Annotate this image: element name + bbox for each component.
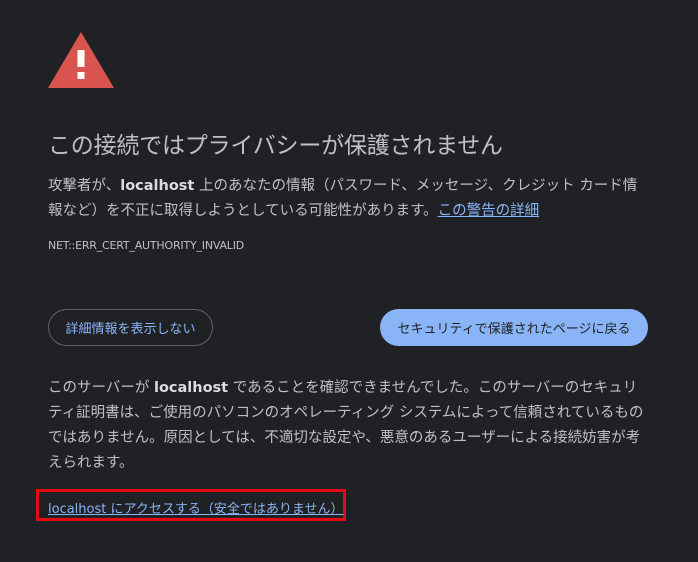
intro-host: localhost xyxy=(120,178,195,194)
proceed-unsafe-link[interactable]: localhost にアクセスする（安全ではありません） xyxy=(48,498,343,517)
error-code: NET::ERR_CERT_AUTHORITY_INVALID xyxy=(48,239,245,252)
details-host: localhost xyxy=(153,380,229,396)
details-prefix: このサーバーが xyxy=(48,380,154,396)
intro-prefix: 攻撃者が、 xyxy=(48,178,121,194)
learn-more-link[interactable]: この警告の詳細 xyxy=(438,203,540,219)
details-paragraph: このサーバーが localhost であることを確認できませんでした。このサーバ… xyxy=(48,376,648,476)
warning-triangle-icon xyxy=(48,32,114,88)
intro-paragraph: 攻撃者が、localhost 上のあなたの情報（パスワード、メッセージ、クレジッ… xyxy=(48,174,648,224)
page-title: この接続ではプライバシーが保護されません xyxy=(48,133,503,159)
hide-details-button[interactable]: 詳細情報を表示しない xyxy=(48,309,213,346)
back-to-safety-button[interactable]: セキュリティで保護されたページに戻る xyxy=(380,309,648,346)
